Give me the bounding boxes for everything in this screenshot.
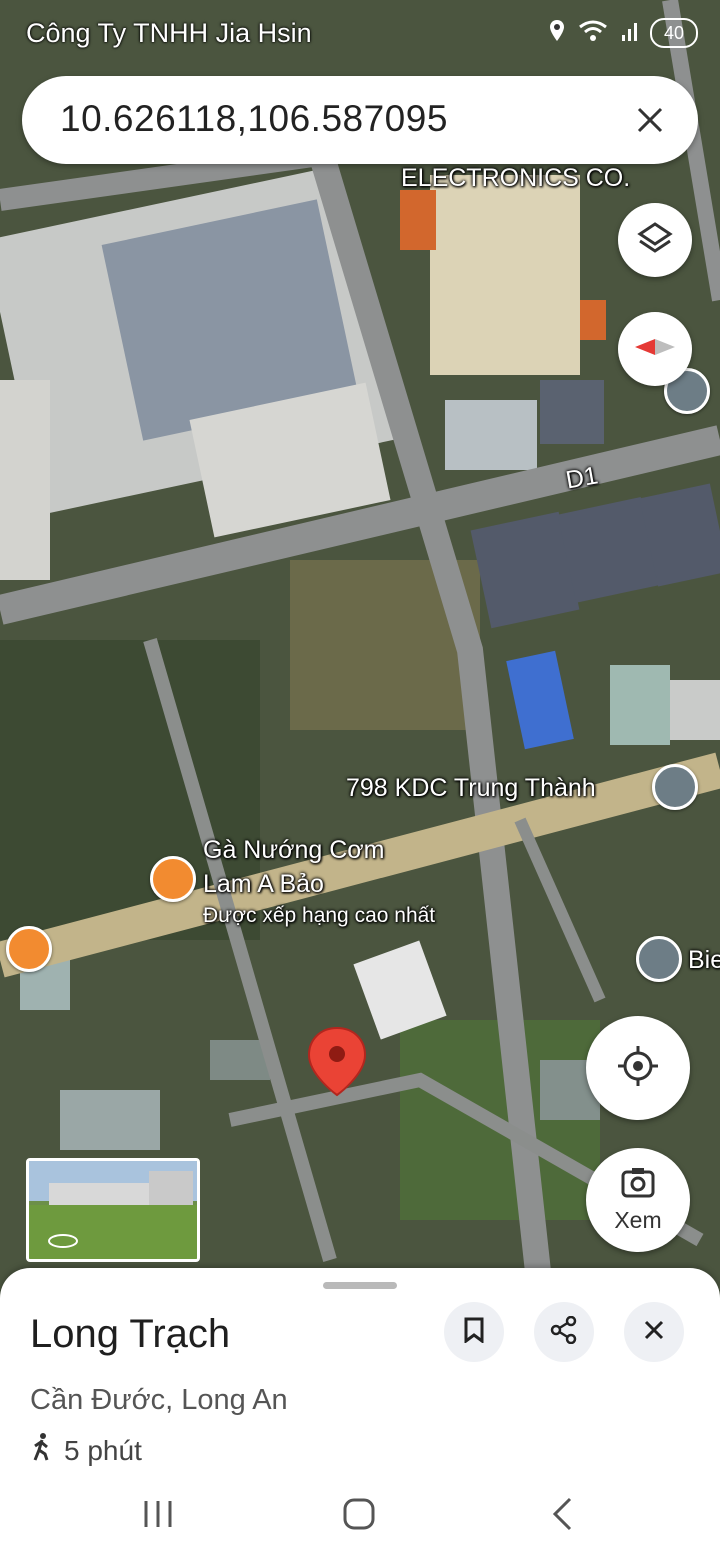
- search-input[interactable]: 10.626118,106.587095: [60, 98, 448, 140]
- layers-button[interactable]: [618, 203, 692, 277]
- status-icons: 40: [548, 18, 698, 48]
- sheet-drag-handle[interactable]: [323, 1282, 397, 1289]
- my-location-button[interactable]: [586, 1016, 690, 1120]
- label-kdc[interactable]: 798 KDC Trung Thành: [346, 774, 596, 803]
- back-button[interactable]: [532, 1494, 592, 1538]
- home-icon: [342, 1497, 376, 1536]
- xem-label: Xem: [614, 1207, 662, 1233]
- place-pin-icon[interactable]: [636, 936, 682, 982]
- label-restaurant-line1[interactable]: Gà Nướng Cơm: [203, 836, 385, 865]
- navigation-bar: [0, 1480, 720, 1560]
- recent-apps-icon: [142, 1499, 174, 1534]
- location-icon: [548, 19, 566, 48]
- place-address: Cần Đước, Long An: [30, 1384, 288, 1416]
- close-sheet-button[interactable]: [624, 1302, 684, 1362]
- label-restaurant-line2[interactable]: Lam A Bảo: [203, 870, 324, 899]
- restaurant-pin-icon[interactable]: [150, 856, 196, 902]
- compass-icon: [633, 335, 677, 364]
- search-bar[interactable]: 10.626118,106.587095: [22, 76, 698, 164]
- bookmark-icon: [463, 1317, 485, 1348]
- street-view-thumbnail[interactable]: [26, 1158, 200, 1262]
- label-edge[interactable]: Bie: [688, 946, 720, 975]
- save-button[interactable]: [444, 1302, 504, 1362]
- recent-apps-button[interactable]: [128, 1494, 188, 1538]
- place-pin-icon[interactable]: [652, 764, 698, 810]
- walk-time: 5 phút: [30, 1432, 142, 1469]
- battery-level: 40: [663, 22, 685, 43]
- walk-time-text: 5 phút: [64, 1434, 142, 1466]
- status-bar: Công Ty TNHH Jia Hsin 40: [0, 0, 720, 70]
- place-title: Long Trạch: [30, 1312, 231, 1356]
- compass-button[interactable]: [618, 312, 692, 386]
- label-electronics[interactable]: ELECTRONICS CO.: [401, 164, 630, 193]
- label-road-d1: D1: [563, 461, 601, 495]
- status-title: Công Ty TNHH Jia Hsin: [26, 18, 312, 48]
- close-icon: [643, 1319, 665, 1346]
- wifi-icon: [578, 19, 608, 48]
- walking-icon: [30, 1432, 54, 1469]
- my-location-icon: [616, 1044, 660, 1093]
- share-button[interactable]: [534, 1302, 594, 1362]
- street-view-image: [29, 1161, 197, 1259]
- label-restaurant-rating: Được xếp hạng cao nhất: [203, 904, 436, 927]
- signal-icon: [620, 19, 638, 48]
- xem-button[interactable]: Xem: [586, 1148, 690, 1252]
- restaurant-pin-icon[interactable]: [6, 926, 52, 972]
- camera-icon: [620, 1166, 656, 1205]
- battery-icon: 40: [650, 18, 698, 48]
- home-button[interactable]: [329, 1494, 389, 1538]
- back-icon: [551, 1497, 573, 1536]
- layers-icon: [637, 220, 673, 261]
- close-icon[interactable]: [624, 94, 676, 146]
- share-icon: [550, 1315, 578, 1349]
